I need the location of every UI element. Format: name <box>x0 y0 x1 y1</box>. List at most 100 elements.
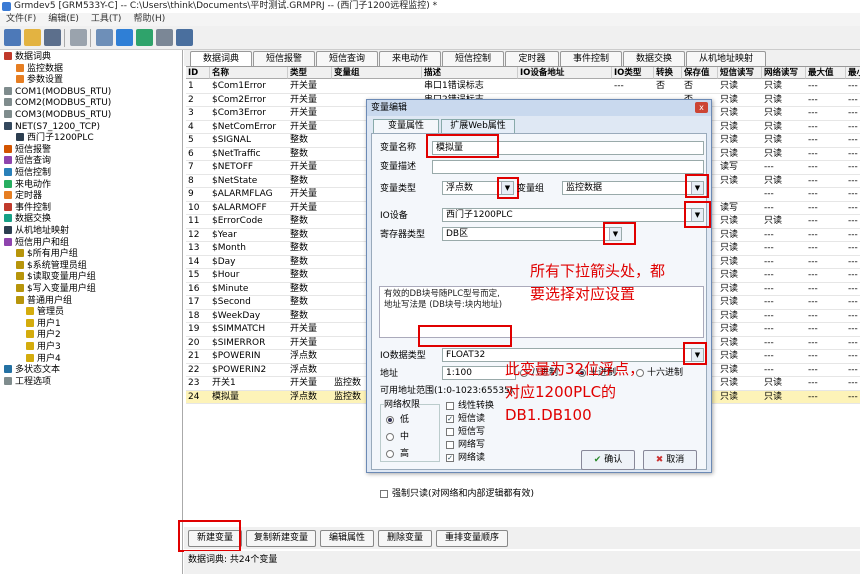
tree-item[interactable]: $系统管理员组 <box>16 260 87 272</box>
io-select[interactable]: 西门子1200PLC ▼ <box>442 208 704 222</box>
copy-new-variable-button[interactable]: 复制新建变量 <box>246 530 316 547</box>
perm-low-radio[interactable] <box>386 416 394 424</box>
table-cell: 只读 <box>720 297 739 307</box>
table-cell: --- <box>808 243 818 253</box>
perm-mid-radio[interactable] <box>386 433 394 441</box>
reorder-variables-button[interactable]: 重排变量顺序 <box>436 530 508 547</box>
tree-item[interactable]: 定时器 <box>4 191 42 202</box>
table-cell: $Month <box>212 243 246 253</box>
tab-1[interactable]: 短信报警 <box>253 51 315 66</box>
tab-3[interactable]: 来电动作 <box>379 51 441 66</box>
option-checkbox[interactable] <box>446 441 454 449</box>
wrench-icon[interactable] <box>70 29 87 46</box>
tree-item[interactable]: 用户3 <box>26 342 61 353</box>
table-cell: --- <box>764 351 774 361</box>
tree-item[interactable]: COM1(MODBUS_RTU) <box>4 86 111 98</box>
tree-item[interactable]: COM3(MODBUS_RTU) <box>4 110 111 121</box>
dialog-title-bar: 变量编辑 <box>367 100 711 116</box>
tree-item[interactable]: 工程选项 <box>4 376 51 388</box>
tree-item[interactable]: 监控数据 <box>16 63 63 75</box>
download-icon[interactable] <box>116 29 133 46</box>
menu-help[interactable]: 帮助(H) <box>127 13 171 26</box>
tab-6[interactable]: 事件控制 <box>560 51 622 66</box>
tree-item[interactable]: 短信报警 <box>4 144 51 156</box>
tree-item[interactable]: 参数设置 <box>16 75 63 86</box>
tree-item[interactable]: $所有用户组 <box>16 249 78 260</box>
debug-icon[interactable] <box>176 29 193 46</box>
table-cell: 整数 <box>290 243 309 253</box>
option-checkbox[interactable]: ✓ <box>446 415 454 423</box>
table-cell: --- <box>764 310 774 321</box>
connect-icon[interactable] <box>136 29 153 46</box>
table-cell: 整数 <box>290 216 309 226</box>
tree-item[interactable]: $写入变量用户组 <box>16 284 96 295</box>
save-icon[interactable] <box>44 29 61 46</box>
tab-8[interactable]: 从机地址映射 <box>686 51 766 66</box>
menu-file[interactable]: 文件(F) <box>0 13 42 26</box>
ok-button[interactable]: ✔ 确认 <box>581 450 635 470</box>
delete-variable-button[interactable]: 删除变量 <box>378 530 432 547</box>
tab-2[interactable]: 短信查询 <box>316 51 378 66</box>
option-checkbox[interactable] <box>446 428 454 436</box>
tree-item[interactable]: 用户1 <box>26 318 61 330</box>
tree-item[interactable]: 用户2 <box>26 330 61 341</box>
tab-7[interactable]: 数据交换 <box>623 51 685 66</box>
tree-item[interactable]: 普通用户组 <box>16 295 72 307</box>
table-cell: $NetComError <box>212 121 277 132</box>
table-cell: 3 <box>188 108 194 118</box>
option-checkbox[interactable]: ✓ <box>446 454 454 462</box>
menu-edit[interactable]: 编辑(E) <box>42 13 85 26</box>
tree-item[interactable]: 数据交换 <box>4 214 51 225</box>
desc-input[interactable] <box>432 160 704 174</box>
group-select[interactable]: 监控数据 ▼ <box>562 181 704 195</box>
new-file-icon[interactable] <box>4 29 21 46</box>
table-cell: --- <box>764 202 774 213</box>
tree-item[interactable]: $读取变量用户组 <box>16 272 96 283</box>
column-header: IO类型 <box>612 67 654 79</box>
tree-item[interactable]: 来电动作 <box>4 179 51 191</box>
tree-item[interactable]: 西门子1200PLC <box>16 133 94 144</box>
table-cell: --- <box>808 297 818 307</box>
tree-item[interactable]: 多状态文本 <box>4 365 60 376</box>
option-checkbox[interactable] <box>446 402 454 410</box>
tree-item[interactable]: 用户4 <box>26 353 61 365</box>
compile-icon[interactable] <box>96 29 113 46</box>
table-cell: 模拟量 <box>212 391 240 402</box>
table-cell: 20 <box>188 337 200 348</box>
perm-high-label: 高 <box>400 449 410 459</box>
iotype-label: IO数据类型 <box>380 351 426 361</box>
tree-item[interactable]: 数据词典 <box>4 52 51 63</box>
tree-item[interactable]: 短信控制 <box>4 168 51 179</box>
perm-high-radio[interactable] <box>386 450 394 458</box>
tab-4[interactable]: 短信控制 <box>442 51 504 66</box>
tab-variable-properties[interactable]: 变量属性 <box>373 119 439 134</box>
cancel-button[interactable]: ✖ 取消 <box>643 450 697 470</box>
table-cell: 开关量 <box>290 337 318 348</box>
close-icon[interactable]: x <box>695 102 708 113</box>
tree-item-label: 从机地址映射 <box>15 226 70 236</box>
monitor-icon[interactable] <box>156 29 173 46</box>
table-cell: $POWERIN2 <box>212 364 267 375</box>
tree-item[interactable]: NET(S7_1200_TCP) <box>4 121 100 133</box>
tab-5[interactable]: 定时器 <box>505 51 559 66</box>
tree-item[interactable]: 短信查询 <box>4 156 51 167</box>
tab-web-properties[interactable]: 扩展Web属性 <box>441 119 515 133</box>
table-cell: --- <box>764 324 774 334</box>
open-folder-icon[interactable] <box>24 29 41 46</box>
menu-tools[interactable]: 工具(T) <box>85 13 128 26</box>
tree-item[interactable]: 管理员 <box>26 307 64 318</box>
tree-item[interactable]: 短信用户和组 <box>4 237 69 249</box>
force-readonly-checkbox[interactable] <box>380 490 388 498</box>
table-cell: 19 <box>188 324 200 334</box>
tree-item[interactable]: 从机地址映射 <box>4 226 69 237</box>
tree-item[interactable]: COM2(MODBUS_RTU) <box>4 98 111 109</box>
table-cell: --- <box>848 270 858 280</box>
table-row[interactable]: 1 $Com1Error 开关量 串口1错误标志 --- 否 否 只读 只读 --- --- <box>186 80 860 94</box>
register-select[interactable]: DB区 ▼ <box>442 227 622 241</box>
tab-0[interactable]: 数据词典 <box>190 51 252 67</box>
column-header: ID <box>186 67 210 79</box>
toolbar <box>0 26 860 50</box>
edit-properties-button[interactable]: 编辑属性 <box>320 530 374 547</box>
tree-item[interactable]: 事件控制 <box>4 202 51 214</box>
highlight-iotype-arrow <box>683 342 707 365</box>
